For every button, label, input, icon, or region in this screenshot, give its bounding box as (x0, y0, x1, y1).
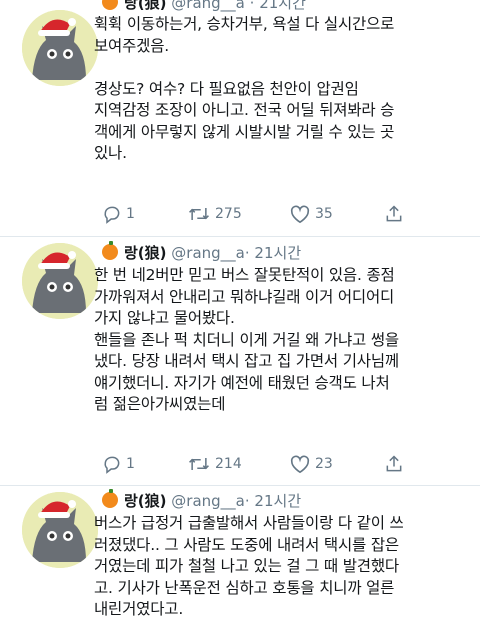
tweet-header: 랑(狼) @rang__a · 21시간 (102, 0, 306, 13)
cat-santa-avatar-icon (22, 10, 98, 86)
tweet-3[interactable]: 랑(狼) @rang__a· 21시간 버스가 급정거 급출발해서 사람들이랑 … (0, 486, 480, 633)
retweet-icon (189, 208, 209, 220)
retweet-button[interactable]: 214 (187, 453, 242, 475)
share-button[interactable] (384, 453, 404, 475)
heart-icon (290, 205, 310, 224)
reply-count: 1 (126, 456, 135, 472)
reply-icon (104, 456, 120, 474)
cat-santa-avatar-icon (22, 492, 98, 568)
share-icon (386, 205, 402, 222)
like-count: 23 (315, 456, 333, 472)
retweet-button[interactable]: 275 (187, 203, 242, 225)
share-icon (386, 455, 402, 472)
like-count: 35 (315, 206, 333, 222)
heart-icon (290, 455, 310, 474)
retweet-count: 275 (215, 206, 242, 222)
tweet-text: 버스가 급정거 급출발해서 사람들이랑 다 같이 쓰 러졌댔다.. 그 사람도 … (94, 514, 404, 618)
cat-santa-avatar-icon (22, 243, 98, 319)
tweet-header: 랑(狼) @rang__a· 21시간 (102, 489, 301, 511)
user-handle[interactable]: @rang__a· 21시간 (171, 492, 301, 510)
avatar[interactable] (22, 243, 98, 319)
reply-icon (104, 206, 120, 224)
orange-emoji-icon (102, 241, 118, 260)
retweet-count: 214 (215, 456, 242, 472)
display-name[interactable]: 랑(狼) (124, 244, 167, 262)
orange-emoji-icon (102, 0, 118, 10)
reply-button[interactable]: 1 (102, 453, 135, 475)
share-button[interactable] (384, 203, 404, 225)
tweet-text: 휙휙 이동하는거, 승차거부, 욕설 다 실시간으로 보여주겠음. 경상도? 여… (94, 15, 395, 162)
tweet-actions: 1 214 23 (94, 453, 424, 475)
display-name[interactable]: 랑(狼) (124, 492, 167, 510)
tweet-2[interactable]: 랑(狼) @rang__a· 21시간 한 번 네2버만 믿고 버스 잘못탄적이… (0, 237, 480, 485)
orange-emoji-icon (102, 489, 118, 508)
avatar[interactable] (22, 492, 98, 568)
reply-button[interactable]: 1 (102, 203, 135, 225)
retweet-icon (189, 458, 209, 470)
like-button[interactable]: 23 (289, 453, 333, 475)
tweet-actions: 1 275 35 (94, 203, 424, 225)
like-button[interactable]: 35 (289, 203, 333, 225)
tweet-1[interactable]: 랑(狼) @rang__a · 21시간 휙휙 이동하는거, 승차거부, 욕설 … (0, 0, 480, 236)
display-name[interactable]: 랑(狼) (124, 0, 167, 12)
user-handle[interactable]: @rang__a · 21시간 (171, 0, 306, 12)
tweet-header: 랑(狼) @rang__a· 21시간 (102, 241, 301, 263)
reply-count: 1 (126, 206, 135, 222)
tweet-text: 한 번 네2버만 믿고 버스 잘못탄적이 있음. 종점 가까워져서 안내리고 뭐… (94, 266, 399, 413)
user-handle[interactable]: @rang__a· 21시간 (171, 244, 301, 262)
avatar[interactable] (22, 10, 98, 86)
